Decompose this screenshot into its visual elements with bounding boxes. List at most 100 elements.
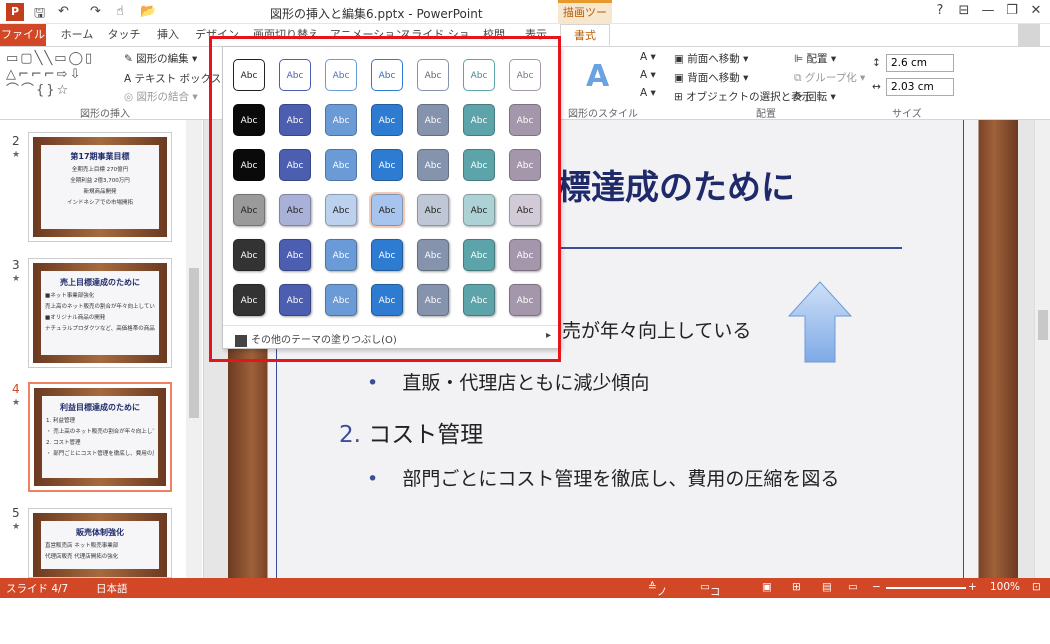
save-icon[interactable]: 🖫 xyxy=(34,4,45,26)
slide-bullet[interactable]: 売が年々向上している xyxy=(562,316,751,343)
slide-numbered-item[interactable]: 2. コスト管理 xyxy=(339,415,483,449)
slide-bullet[interactable]: • 直販・代理店ともに減少傾向 xyxy=(367,368,649,395)
shape-style-swatch[interactable]: Abc xyxy=(279,239,311,271)
shape-style-swatch[interactable]: Abc xyxy=(325,104,357,136)
normal-view-icon[interactable]: ▣ xyxy=(762,581,772,593)
shape-style-swatch[interactable]: Abc xyxy=(233,194,265,226)
shape-style-swatch[interactable]: Abc xyxy=(371,239,403,271)
zoom-level[interactable]: 100% xyxy=(990,581,1020,593)
slide-thumbnail[interactable]: 第17期事業目標 全期売上目標 270億円 全期利益 2億3,700万円 新規商… xyxy=(28,132,172,242)
tab-insert[interactable]: 挿入 xyxy=(150,24,186,46)
tab-slideshow[interactable]: スライド ショー xyxy=(400,24,470,63)
selection-pane-button[interactable]: ⊞ オブジェクトの選択と表示 xyxy=(674,89,812,104)
shape-style-swatch[interactable]: Abc xyxy=(417,149,449,181)
shape-style-swatch[interactable]: Abc xyxy=(417,284,449,316)
shape-style-swatch[interactable]: Abc xyxy=(509,104,541,136)
shape-style-swatch[interactable]: Abc xyxy=(509,194,541,226)
zoom-in-icon[interactable]: + xyxy=(968,581,977,593)
tab-view[interactable]: 表示 xyxy=(518,24,554,46)
wordart-a-icon[interactable]: A xyxy=(586,59,609,94)
reading-view-icon[interactable]: ▤ xyxy=(822,581,832,593)
zoom-out-icon[interactable]: − xyxy=(872,581,881,593)
height-input[interactable]: 2.6 cm xyxy=(886,54,954,72)
shape-style-swatch[interactable]: Abc xyxy=(325,194,357,226)
shape-style-swatch[interactable]: Abc xyxy=(417,104,449,136)
fit-to-window-icon[interactable]: ⊡ xyxy=(1032,581,1041,593)
group-button[interactable]: ⧉ グループ化 ▾ xyxy=(794,70,865,85)
slideshow-view-icon[interactable]: ▭ xyxy=(848,581,858,593)
slide-sorter-icon[interactable]: ⊞ xyxy=(792,581,801,593)
more-theme-fills-item[interactable]: その他のテーマの塗りつぶし(O) ▸ xyxy=(223,325,559,349)
slide-thumbnail[interactable]: 売上目標達成のために ■ネット事業部強化 売上高のネット販売の割合が年々向上して… xyxy=(28,258,172,368)
tab-animations[interactable]: アニメーション xyxy=(328,24,408,46)
shape-style-swatch[interactable]: Abc xyxy=(463,149,495,181)
text-outline-icon[interactable]: A ▾ xyxy=(640,69,656,81)
tab-format[interactable]: 書式 xyxy=(560,24,610,46)
tab-touch[interactable]: タッチ xyxy=(104,24,144,46)
slide-scrollbar-thumb[interactable] xyxy=(1038,310,1048,340)
thumbnail-scrollbar[interactable] xyxy=(186,120,202,578)
shape-style-swatch[interactable]: Abc xyxy=(279,59,311,91)
width-input[interactable]: 2.03 cm xyxy=(886,78,954,96)
tab-transitions[interactable]: 画面切り替え xyxy=(248,24,324,46)
zoom-slider[interactable] xyxy=(886,587,966,589)
shape-style-swatch[interactable]: Abc xyxy=(509,284,541,316)
shape-style-swatch[interactable]: Abc xyxy=(279,194,311,226)
user-avatar[interactable] xyxy=(1018,24,1040,46)
shape-style-swatch[interactable]: Abc xyxy=(371,284,403,316)
tab-design[interactable]: デザイン xyxy=(192,24,242,46)
shape-style-swatch[interactable]: Abc xyxy=(463,194,495,226)
shape-style-swatch[interactable]: Abc xyxy=(325,284,357,316)
shape-style-swatch[interactable]: Abc xyxy=(463,284,495,316)
bring-forward-button[interactable]: ▣ 前面へ移動 ▾ xyxy=(674,51,748,66)
thumbnail-scrollbar-thumb[interactable] xyxy=(189,268,199,418)
notes-button[interactable]: ≙ ノート xyxy=(648,581,667,628)
shape-style-swatch[interactable]: Abc xyxy=(463,59,495,91)
shape-style-swatch[interactable]: Abc xyxy=(233,104,265,136)
help-icon[interactable]: ? xyxy=(928,3,952,18)
undo-icon[interactable]: ↶ xyxy=(58,4,69,19)
close-button[interactable]: ✕ xyxy=(1024,3,1048,18)
text-fill-icon[interactable]: A ▾ xyxy=(640,51,656,63)
shape-style-swatch[interactable]: Abc xyxy=(371,104,403,136)
shape-style-swatch[interactable]: Abc xyxy=(369,192,405,228)
text-effects-icon[interactable]: A ▾ xyxy=(640,87,656,99)
slide-thumbnail[interactable]: 販売体制強化 直営販売店 ネット販売事業部 代理店販売 代理店開拓の強化 xyxy=(28,508,172,578)
language-indicator[interactable]: 日本語 xyxy=(96,581,128,596)
comments-button[interactable]: ▭ コメント xyxy=(700,581,720,643)
shape-style-swatch[interactable]: Abc xyxy=(233,239,265,271)
align-button[interactable]: ⊫ 配置 ▾ xyxy=(794,51,836,66)
touch-mode-icon[interactable]: ☝ xyxy=(116,4,124,19)
shape-style-swatch[interactable]: Abc xyxy=(417,59,449,91)
shape-style-swatch[interactable]: Abc xyxy=(325,59,357,91)
redo-icon[interactable]: ↷ xyxy=(90,4,101,19)
minimize-button[interactable]: — xyxy=(976,3,1000,18)
restore-button[interactable]: ❐ xyxy=(1000,3,1024,18)
shape-style-swatch[interactable]: Abc xyxy=(509,239,541,271)
tab-home[interactable]: ホーム xyxy=(56,24,98,46)
edit-shape-button[interactable]: ✎ 図形の編集 ▾ xyxy=(124,51,197,66)
shape-style-swatch[interactable]: Abc xyxy=(279,149,311,181)
tab-file[interactable]: ファイル xyxy=(0,24,46,46)
shape-style-swatch[interactable]: Abc xyxy=(509,149,541,181)
rotate-button[interactable]: ⟳ 回転 ▾ xyxy=(794,89,836,104)
send-backward-button[interactable]: ▣ 背面へ移動 ▾ xyxy=(674,70,748,85)
merge-shapes-button[interactable]: ◎ 図形の結合 ▾ xyxy=(124,89,198,104)
shape-style-swatch[interactable]: Abc xyxy=(417,194,449,226)
shape-style-swatch[interactable]: Abc xyxy=(279,104,311,136)
open-folder-icon[interactable]: 📂 xyxy=(140,4,156,19)
slide-thumbnail-selected[interactable]: 利益目標達成のために 1. 利益管理 ・ 売上高のネット販売の割合が年々向上して… xyxy=(28,382,172,492)
up-arrow-shape[interactable] xyxy=(787,280,853,364)
shape-style-swatch[interactable]: Abc xyxy=(463,239,495,271)
shape-style-swatch[interactable]: Abc xyxy=(325,149,357,181)
shape-style-swatch[interactable]: Abc xyxy=(325,239,357,271)
shape-style-swatch[interactable]: Abc xyxy=(371,149,403,181)
shape-style-swatch[interactable]: Abc xyxy=(463,104,495,136)
text-box-button[interactable]: A テキスト ボックス xyxy=(124,71,221,86)
shape-style-swatch[interactable]: Abc xyxy=(509,59,541,91)
shape-style-swatch[interactable]: Abc xyxy=(233,59,265,91)
shapes-gallery[interactable]: ▭▢╲╲▭◯▯ △⌐⌐⌐⇨⇩ ⌒⌒{}☆ xyxy=(6,51,116,101)
shape-style-swatch[interactable]: Abc xyxy=(233,284,265,316)
shape-style-swatch[interactable]: Abc xyxy=(417,239,449,271)
slide-title[interactable]: 標達成のために xyxy=(557,160,795,209)
